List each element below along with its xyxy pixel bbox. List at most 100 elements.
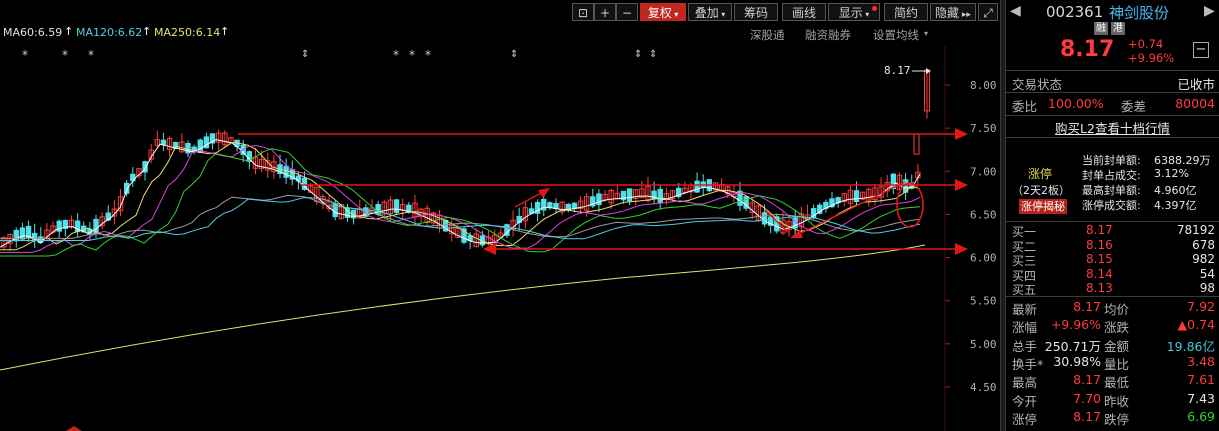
arrow-right-icon [955, 128, 968, 140]
divider [1006, 137, 1219, 138]
stock-header: ◀ 002361 神剑股份 ▶ [1006, 2, 1219, 24]
bid-row[interactable]: 买四 8.14 54 [1006, 266, 1219, 283]
up-arrow-icon: ↑ [220, 25, 230, 38]
limit-up-title: 涨停 [1028, 167, 1053, 181]
stat-value: +9.96% [1050, 317, 1101, 333]
limit-up-item-value: 6388.29万 [1154, 154, 1211, 167]
stat-value: 7.61 [1187, 372, 1215, 388]
margin-trading-tab[interactable]: 融资融券 [805, 27, 851, 43]
ma120-label: MA120:6.62 [76, 26, 143, 39]
overlay-label: 叠加 [694, 6, 719, 20]
stat-label: 涨幅 [1012, 320, 1038, 336]
stat-row: 最高 8.17 最低 7.61 [1006, 372, 1219, 391]
up-arrow-icon: ↑ [64, 25, 74, 38]
prev-stock-icon[interactable]: ◀ [1010, 3, 1021, 19]
limit-up-reveal-button[interactable]: 涨停揭秘 [1019, 199, 1067, 214]
price-change: +0.74 [1128, 37, 1164, 51]
zoom-out-button[interactable]: − [616, 3, 638, 21]
bid-volume: 78192 [1176, 223, 1215, 237]
bid-price: 8.14 [1086, 266, 1113, 281]
bid-price: 8.17 [1086, 223, 1113, 237]
bid-row[interactable]: 买一 8.17 78192 [1006, 223, 1219, 239]
stat-value: 19.86亿 [1166, 338, 1215, 354]
stat-label: 量比 [1104, 356, 1130, 372]
chips-button[interactable]: 筹码 [734, 3, 778, 21]
candle-body [626, 188, 633, 202]
ma250-label: MA250:6.14 [154, 26, 221, 39]
up-arrow-icon: ↑ [142, 25, 152, 38]
trade-status-value: 已收市 [1177, 77, 1215, 92]
chevron-down-icon: ▾ [718, 10, 726, 19]
display-button[interactable]: 显示 ▾ [828, 3, 880, 21]
bid-row[interactable]: 买五 8.13 98 [1006, 281, 1219, 297]
fuquan-button[interactable]: 复权 ▾ [640, 3, 686, 21]
stat-value: 8.17 [1073, 408, 1101, 424]
double-chevron-right-icon: ▸▸ [959, 10, 971, 20]
arrow-right-icon [955, 179, 968, 191]
ma60-label: MA60:6.59 [3, 26, 63, 39]
stat-value: 8.17 [1073, 372, 1101, 388]
kline-chart-area[interactable]: 8.00 7.50 7.00 6.50 6.00 5.50 5.00 4.50 * * * * * * ⇕ ⇕… [0, 0, 1000, 431]
overlay-button[interactable]: 叠加 ▾ [688, 3, 732, 21]
candle-body [547, 202, 553, 208]
price-axis-tick-label: 6.00 [970, 252, 997, 265]
limit-up-item-label: 涨停成交额: [1082, 199, 1141, 212]
price-change-pct: +9.96% [1128, 51, 1175, 65]
event-marker-icon: ⇕ [634, 49, 642, 60]
stat-value: 7.92 [1187, 299, 1215, 314]
draw-line-label: 画线 [791, 6, 816, 20]
stock-name: 神剑股份 [1109, 4, 1170, 22]
commission-diff-label: 委差 [1121, 99, 1147, 114]
quote-panel: ◀ 002361 神剑股份 ▶ 融 港 8.17 +0.74 +9.96% − … [1006, 0, 1219, 431]
stat-row: 换手* 30.98% 量比 3.48 [1006, 354, 1219, 372]
chevron-down-icon: ▾ [671, 10, 679, 19]
current-price: 8.17 [1060, 37, 1115, 62]
commission-ratio-label: 委比 [1012, 99, 1038, 114]
candle-body [913, 133, 920, 155]
divider [1006, 92, 1219, 93]
simple-mode-button[interactable]: 简约 [884, 3, 928, 21]
bid-row[interactable]: 买二 8.16 678 [1006, 237, 1219, 254]
lock-icon[interactable]: ⊡ [572, 3, 594, 21]
stat-row: 涨停 8.17 跌停 6.69 [1006, 408, 1219, 427]
chart-sub-tabs: 深股通 融资融券 设置均线 ▾ [740, 27, 1000, 43]
candle-body [694, 180, 700, 193]
trade-status-label: 交易状态 [1012, 77, 1063, 92]
hide-label: 隐藏 [935, 6, 960, 20]
stat-label: 最新 [1012, 302, 1038, 317]
shengutong-tab[interactable]: 深股通 [750, 27, 785, 43]
stat-row: 涨幅 +9.96% 涨跌 ▲0.74 [1006, 317, 1219, 336]
draw-line-button[interactable]: 画线 [782, 3, 826, 21]
event-marker-icon: ⇕ [649, 49, 657, 60]
candle-body [332, 203, 338, 218]
chart-toolbar: ⊡ + − 复权 ▾ 叠加 ▾ 筹码 画线 显示 ▾ 简约 隐藏 ▸▸ ⤢ [0, 0, 1000, 24]
stat-row: 最新 8.17 均价 7.92 [1006, 299, 1219, 317]
event-star-icon: * [88, 48, 94, 62]
stat-label: 跌停 [1104, 411, 1130, 427]
fullscreen-icon[interactable]: ⤢ [978, 3, 998, 21]
kline-chart[interactable]: 8.00 7.50 7.00 6.50 6.00 5.50 5.00 4.50 * * * * * * ⇕ ⇕… [0, 0, 1000, 431]
stat-label: 最低 [1104, 375, 1130, 391]
zoom-in-button[interactable]: + [594, 3, 616, 21]
event-star-icon: * [409, 48, 415, 62]
next-stock-icon[interactable]: ▶ [1204, 3, 1215, 19]
collapse-icon[interactable]: − [1193, 42, 1209, 58]
price-axis-tick-label: 7.00 [970, 165, 997, 178]
limit-up-item-value: 4.960亿 [1154, 184, 1197, 197]
margin-tag: 融 [1094, 22, 1108, 35]
stat-label: 涨跌 [1104, 320, 1130, 336]
bid-price: 8.15 [1086, 252, 1113, 267]
price-axis-tick-label: 5.50 [970, 295, 997, 308]
stock-tags: 融 港 [1006, 22, 1219, 36]
hide-button[interactable]: 隐藏 ▸▸ [930, 3, 976, 21]
stat-label: 总手 [1012, 338, 1038, 354]
bid-row[interactable]: 买三 8.15 982 [1006, 252, 1219, 268]
bid-volume: 678 [1192, 237, 1215, 252]
chevron-down-icon: ▾ [862, 10, 870, 19]
event-marker-icon: ⇕ [510, 49, 518, 60]
ma-settings-tab[interactable]: 设置均线 [873, 27, 919, 43]
chevron-down-icon: ▾ [924, 29, 929, 38]
buy-l2-link[interactable]: 购买L2查看十档行情 [1055, 121, 1170, 136]
divider [1006, 115, 1219, 116]
l2-link-row: 购买L2查看十档行情 [1006, 118, 1219, 136]
